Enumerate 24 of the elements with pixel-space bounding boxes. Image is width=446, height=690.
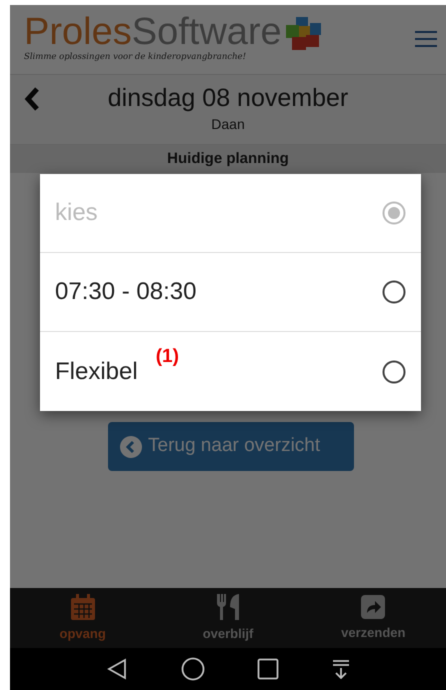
day-title: dinsdag 08 november xyxy=(108,83,348,113)
back-to-overview-button[interactable]: Terug naar overzicht xyxy=(108,422,354,471)
radio-button[interactable] xyxy=(382,360,406,384)
share-icon xyxy=(360,594,386,620)
option-label[interactable]: Flexibel xyxy=(55,354,138,390)
annotation-marker: (1) xyxy=(156,345,179,370)
radio-button[interactable] xyxy=(382,280,406,304)
option-label: kies xyxy=(55,198,98,228)
nav-tab[interactable]: overblijf xyxy=(155,588,301,648)
chevron-left-circle-icon xyxy=(120,436,142,458)
fork-knife-icon xyxy=(214,592,241,621)
notification-pull-icon[interactable] xyxy=(332,659,350,679)
menu-icon[interactable] xyxy=(414,29,438,49)
nav-tab[interactable]: opvang xyxy=(10,588,156,648)
home-icon[interactable] xyxy=(180,657,205,681)
back-icon[interactable] xyxy=(106,658,128,680)
section-heading: Huidige planning xyxy=(10,145,446,173)
option-label[interactable]: 07:30 - 08:30 xyxy=(55,274,196,310)
back-chevron-icon[interactable] xyxy=(24,87,40,111)
calendar-icon xyxy=(68,592,97,621)
child-name: Daan xyxy=(210,115,246,134)
tagline: Slimme oplossingen voor de kinderopvangbranche! xyxy=(24,51,247,64)
nav-tab[interactable]: verzenden xyxy=(300,588,446,648)
recent-apps-icon[interactable] xyxy=(257,658,280,680)
